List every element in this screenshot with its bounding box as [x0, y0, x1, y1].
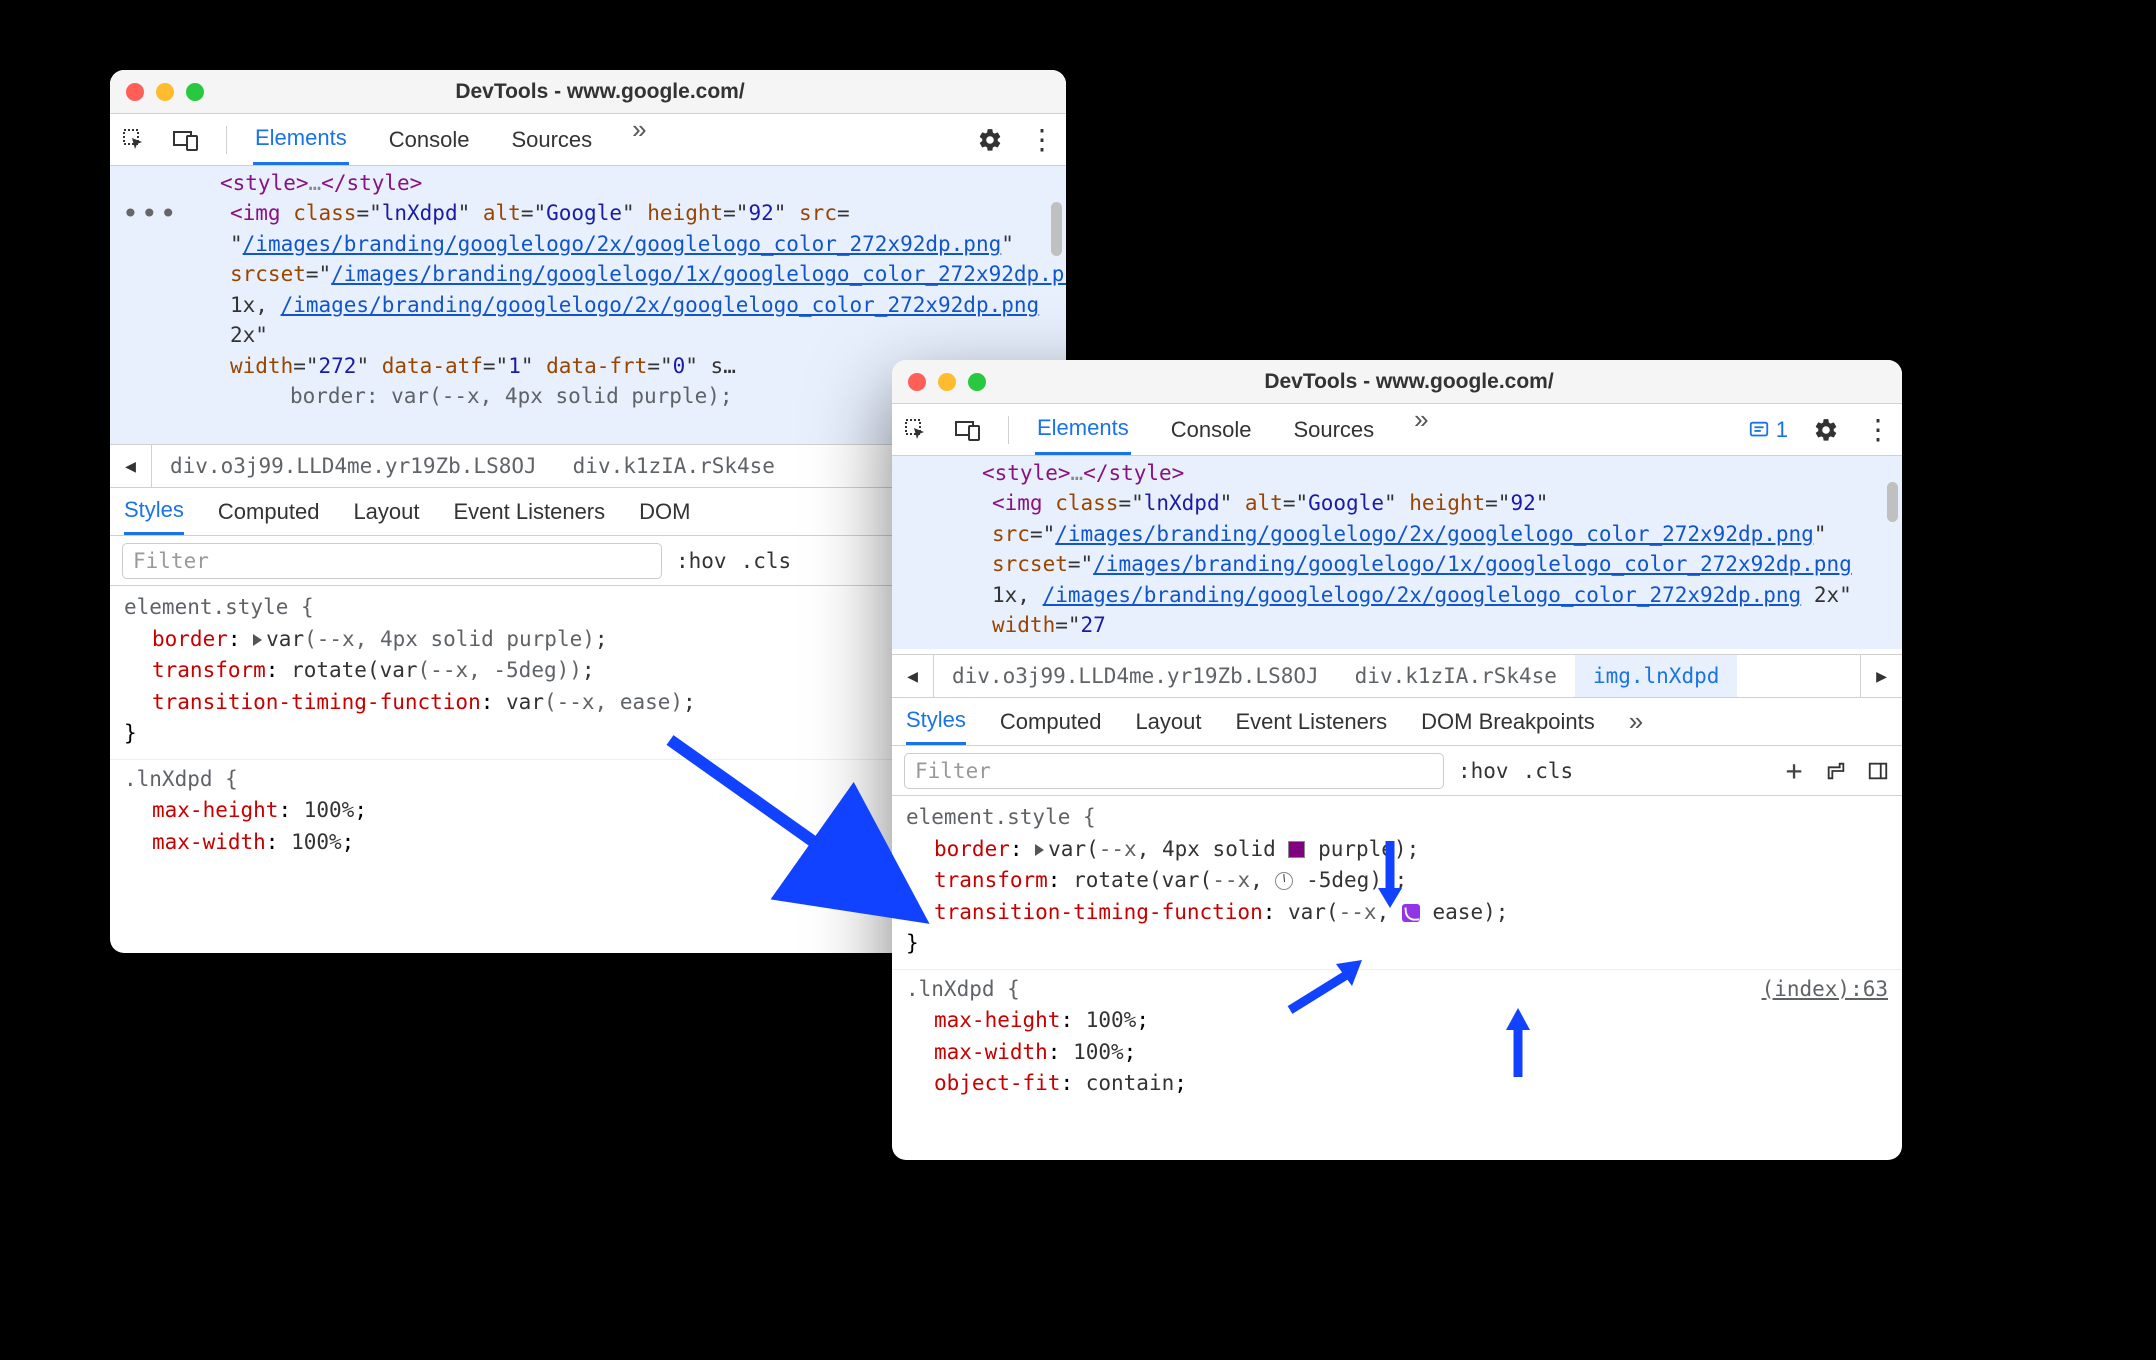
zoom-icon[interactable] — [186, 83, 204, 101]
crumb-2[interactable]: div.k1zIA.rSk4se — [1337, 655, 1575, 697]
tab-sources[interactable]: Sources — [509, 114, 594, 165]
device-icon[interactable] — [954, 416, 982, 444]
style-tag-collapsed: <style>…</style> — [220, 168, 1050, 198]
tab-console[interactable]: Console — [387, 114, 472, 165]
color-swatch-icon[interactable] — [1288, 841, 1305, 858]
traffic-lights — [126, 83, 204, 101]
window-title: DevTools - www.google.com/ — [204, 80, 996, 104]
subtab-styles[interactable]: Styles — [124, 488, 184, 535]
subtab-styles[interactable]: Styles — [906, 698, 966, 745]
expand-icon[interactable] — [253, 634, 262, 646]
crumb-2[interactable]: div.k1zIA.rSk4se — [555, 445, 793, 487]
minimize-icon[interactable] — [156, 83, 174, 101]
cls-toggle[interactable]: .cls — [741, 549, 792, 573]
bezier-swatch-icon[interactable] — [1402, 904, 1420, 922]
traffic-lights — [908, 373, 986, 391]
styles-pane[interactable]: element.style { border: var(--x, 4px sol… — [892, 796, 1902, 1106]
crumb-left-icon[interactable]: ◀ — [110, 445, 152, 487]
tab-elements[interactable]: Elements — [253, 114, 349, 165]
subtab-computed[interactable]: Computed — [1000, 698, 1102, 745]
tab-elements[interactable]: Elements — [1035, 404, 1131, 455]
subtab-listeners[interactable]: Event Listeners — [454, 488, 606, 535]
window-title: DevTools - www.google.com/ — [986, 370, 1832, 394]
devtools-window-after: DevTools - www.google.com/ Elements Cons… — [892, 360, 1902, 1160]
rule-selector-2: .lnXdpd { — [906, 977, 1020, 1001]
filter-input[interactable]: Filter — [904, 753, 1444, 789]
tab-console[interactable]: Console — [1169, 404, 1254, 455]
filter-input[interactable]: Filter — [122, 543, 662, 579]
style-tag-collapsed: <style>…</style> — [982, 458, 1886, 488]
new-rule-icon[interactable]: + — [1782, 759, 1806, 783]
main-toolbar: Elements Console Sources » 1 ⋮ — [892, 404, 1902, 456]
expand-icon[interactable] — [1035, 844, 1044, 856]
main-toolbar: Elements Console Sources » ⋮ — [110, 114, 1066, 166]
scrollbar[interactable] — [1051, 202, 1062, 256]
titlebar: DevTools - www.google.com/ — [110, 70, 1066, 114]
ellipsis-icon[interactable]: ••• — [122, 194, 179, 235]
tabs-overflow-icon[interactable]: » — [632, 114, 646, 165]
subtab-dom[interactable]: DOM Breakpoints — [1421, 698, 1595, 745]
filter-bar: Filter :hov .cls + — [892, 746, 1902, 796]
img-element[interactable]: <img class="lnXdpd" alt="Google" height=… — [992, 488, 1886, 640]
minimize-icon[interactable] — [938, 373, 956, 391]
close-icon[interactable] — [908, 373, 926, 391]
gear-icon[interactable] — [1812, 416, 1840, 444]
gear-icon[interactable] — [976, 126, 1004, 154]
breadcrumb: ◀ div.o3j99.LLD4me.yr19Zb.LS8OJ div.k1zI… — [892, 654, 1902, 698]
crumb-3[interactable]: img.lnXdpd — [1575, 655, 1737, 697]
kebab-icon[interactable]: ⋮ — [1028, 126, 1056, 154]
source-link[interactable]: (index):63 — [1762, 974, 1888, 1006]
kebab-icon[interactable]: ⋮ — [1864, 416, 1892, 444]
titlebar: DevTools - www.google.com/ — [892, 360, 1902, 404]
panel-icon[interactable] — [1866, 759, 1890, 783]
angle-swatch-icon[interactable] — [1275, 872, 1293, 890]
rule-selector: element.style { — [906, 802, 1888, 834]
close-icon[interactable] — [126, 83, 144, 101]
subtab-listeners[interactable]: Event Listeners — [1236, 698, 1388, 745]
inspect-icon[interactable] — [902, 416, 930, 444]
scrollbar[interactable] — [1887, 482, 1898, 522]
issues-badge[interactable]: 1 — [1748, 417, 1788, 443]
tabs-overflow-icon[interactable]: » — [1414, 404, 1428, 455]
subtab-layout[interactable]: Layout — [1135, 698, 1201, 745]
subtabs-overflow-icon[interactable]: » — [1629, 706, 1643, 737]
tab-sources[interactable]: Sources — [1291, 404, 1376, 455]
subtab-dom[interactable]: DOM — [639, 488, 690, 535]
cls-toggle[interactable]: .cls — [1523, 759, 1574, 783]
dom-tree[interactable]: <style>…</style> <img class="lnXdpd" alt… — [892, 456, 1902, 654]
crumb-left-icon[interactable]: ◀ — [892, 655, 934, 697]
brush-icon[interactable] — [1824, 759, 1848, 783]
hov-toggle[interactable]: :hov — [676, 549, 727, 573]
subtab-layout[interactable]: Layout — [353, 488, 419, 535]
crumb-1[interactable]: div.o3j99.LLD4me.yr19Zb.LS8OJ — [152, 445, 555, 487]
subtab-computed[interactable]: Computed — [218, 488, 320, 535]
styles-subtabs: Styles Computed Layout Event Listeners D… — [892, 698, 1902, 746]
zoom-icon[interactable] — [968, 373, 986, 391]
hov-toggle[interactable]: :hov — [1458, 759, 1509, 783]
device-icon[interactable] — [172, 126, 200, 154]
crumb-right-icon[interactable]: ▶ — [1860, 655, 1902, 697]
inspect-icon[interactable] — [120, 126, 148, 154]
crumb-1[interactable]: div.o3j99.LLD4me.yr19Zb.LS8OJ — [934, 655, 1337, 697]
